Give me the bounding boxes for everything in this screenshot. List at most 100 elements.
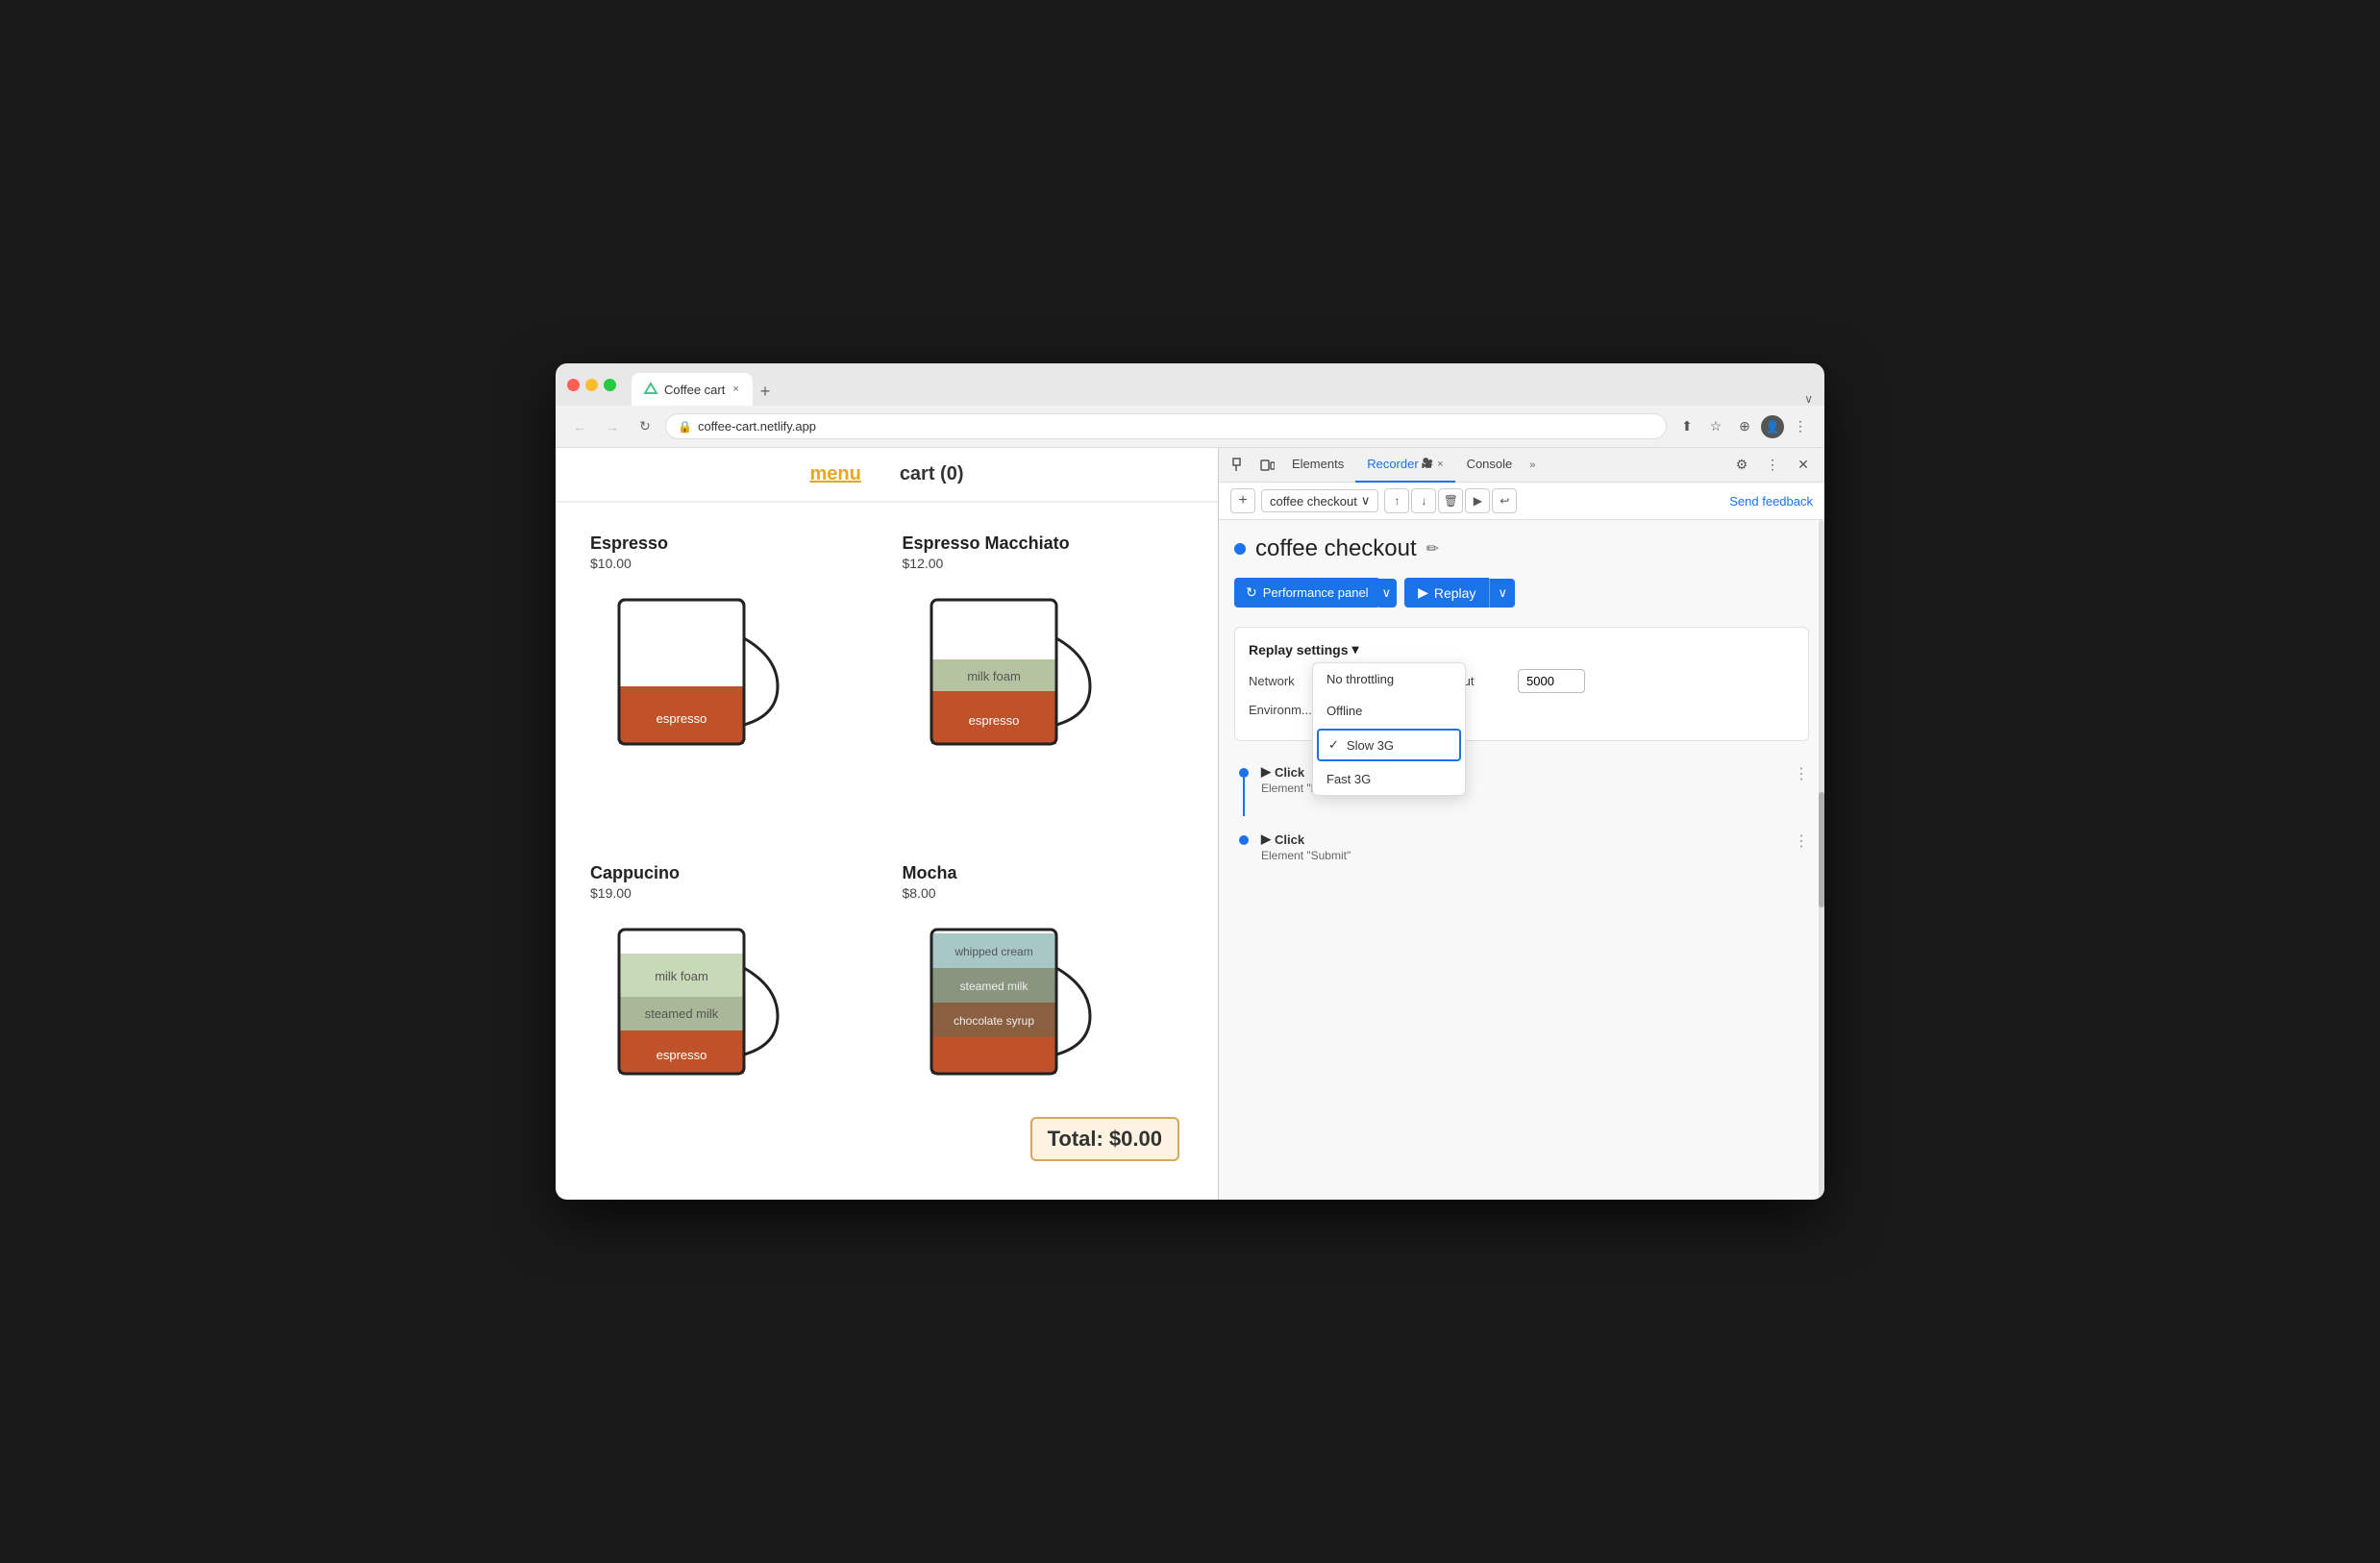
devtools-scrollbar[interactable] [1819,520,1824,1200]
recording-title-row: coffee checkout ✏ [1234,535,1809,562]
tabs-bar: Coffee cart × + ∨ [632,363,1813,406]
replay-button[interactable]: ↩ [1492,488,1517,513]
step-line-1 [1243,778,1245,816]
tab-menu-button[interactable]: ∨ [1804,392,1813,406]
step-kebab-2[interactable]: ⋮ [1794,831,1809,851]
timeout-input[interactable] [1518,669,1585,693]
traffic-lights [567,379,616,391]
step-arrow-icon-1: ▶ [1261,764,1271,780]
recorder-toolbar: + coffee checkout ∨ ↑ ↓ 🗑 ▶ ↩ Send feedb… [1219,483,1824,520]
step-kebab-1[interactable]: ⋮ [1794,764,1809,783]
url-bar[interactable]: 🔒 coffee-cart.netlify.app [665,413,1667,439]
step-arrow-icon-2: ▶ [1261,831,1271,847]
nav-icons-right: ⬆ ☆ ⊕ 👤 ⋮ [1674,414,1813,439]
download-button[interactable]: ↓ [1411,488,1436,513]
espresso-item[interactable]: Espresso $10.00 espresso espresso [575,522,887,852]
recorder-content-wrapper: coffee checkout ✏ ↻ Performance panel ∨ [1219,520,1824,1200]
checkmark-icon: ✓ [1328,737,1339,753]
tab-title: Coffee cart [664,383,725,397]
espresso-macchiato-item[interactable]: Espresso Macchiato $12.00 espresso milk … [887,522,1200,852]
svg-text:milk foam: milk foam [655,969,708,983]
replay-dropdown-button[interactable]: ∨ [1489,579,1515,608]
address-bar: ← → ↻ 🔒 coffee-cart.netlify.app ⬆ ☆ ⊕ 👤 … [556,406,1824,448]
devtools-tabs: Elements Recorder 🎥 × Console » ⚙ ⋮ ✕ [1219,448,1824,483]
mocha-cup: chocolate syrup steamed milk whipped cre… [903,910,1095,1103]
step-detail-2: Element "Submit" [1261,849,1786,862]
minimize-traffic-light[interactable] [585,379,598,391]
recording-status-dot [1234,543,1246,555]
elements-tab[interactable]: Elements [1280,448,1355,483]
action-buttons-row: ↻ Performance panel ∨ ▶ Replay ∨ [1234,578,1809,608]
extensions-icon[interactable]: ⊕ [1732,414,1757,439]
new-tab-button[interactable]: + [753,378,779,406]
play-button[interactable]: ▶ [1465,488,1490,513]
send-feedback-link[interactable]: Send feedback [1729,494,1813,509]
cappucino-name: Cappucino [590,863,872,883]
svg-text:steamed milk: steamed milk [645,1006,719,1021]
recorder-tab-close[interactable]: × [1437,459,1443,470]
espresso-name: Espresso [590,533,872,554]
svg-text:milk foam: milk foam [967,669,1021,683]
lock-icon: 🔒 [678,420,692,434]
console-tab[interactable]: Console [1455,448,1525,483]
tab-close-button[interactable]: × [731,382,740,397]
espresso-cup: espresso espresso [590,581,782,773]
recorder-badge-icon: 🎥 [1422,459,1433,469]
step-click-submit: ▶ Click Element "Submit" ⋮ [1234,824,1809,870]
url-text: coffee-cart.netlify.app [698,419,816,434]
svg-text:espresso: espresso [657,1048,707,1062]
close-traffic-light[interactable] [567,379,580,391]
devtools-kebab-icon[interactable]: ⋮ [1759,452,1786,479]
total-badge: Total: $0.00 [1030,1117,1179,1161]
mocha-item[interactable]: Mocha $8.00 chocolate syrup steamed milk [887,852,1200,1181]
recording-edit-icon[interactable]: ✏ [1426,539,1439,558]
replay-settings-title: Replay settings ▾ [1249,641,1795,657]
settings-arrow-icon: ▾ [1351,641,1358,657]
replay-play-icon: ▶ [1418,584,1428,601]
espresso-macchiato-cup: espresso milk foam [903,581,1095,773]
bookmark-icon[interactable]: ☆ [1703,414,1728,439]
network-dropdown: No throttling Offline ✓ Slow 3G Fast 3G [1312,662,1466,796]
back-button[interactable]: ← [567,414,592,439]
active-tab[interactable]: Coffee cart × [632,373,753,406]
step-connector-2 [1234,831,1253,845]
upload-button[interactable]: ↑ [1384,488,1409,513]
replay-button-main[interactable]: ▶ Replay [1404,578,1489,608]
delete-button[interactable]: 🗑 [1438,488,1463,513]
inspect-element-icon[interactable] [1227,452,1253,479]
profile-icon[interactable]: 👤 [1761,415,1784,438]
tab-favicon-icon [643,382,658,397]
forward-button[interactable]: → [600,414,625,439]
more-tabs-button[interactable]: » [1524,459,1541,471]
recorder-tab[interactable]: Recorder 🎥 × [1355,448,1454,483]
cappucino-price: $19.00 [590,885,872,901]
performance-panel-dropdown[interactable]: ∨ [1376,579,1398,608]
menu-nav-item[interactable]: menu [809,463,860,485]
cart-nav-item[interactable]: cart (0) [900,463,964,485]
browser-window: Coffee cart × + ∨ ← → ↻ 🔒 coffee-cart.ne… [556,363,1824,1200]
dropdown-no-throttling[interactable]: No throttling [1313,663,1465,695]
fullscreen-traffic-light[interactable] [604,379,616,391]
devtools-settings-icon[interactable]: ⚙ [1728,452,1755,479]
dropdown-fast-3g[interactable]: Fast 3G [1313,763,1465,795]
chrome-menu-icon[interactable]: ⋮ [1788,414,1813,439]
performance-panel-button[interactable]: ↻ Performance panel [1234,578,1380,608]
coffee-page: menu cart (0) Espresso $10.00 espress [556,448,1219,1200]
cappucino-item[interactable]: Cappucino $19.00 espresso steamed milk [575,852,887,1181]
device-toolbar-icon[interactable] [1253,452,1280,479]
step-dot-1 [1239,768,1249,778]
svg-text:steamed milk: steamed milk [959,980,1029,993]
share-icon[interactable]: ⬆ [1674,414,1699,439]
add-recording-button[interactable]: + [1230,488,1255,513]
perf-icon: ↻ [1246,584,1257,601]
devtools-scroll-thumb[interactable] [1819,792,1824,907]
dropdown-slow-3g[interactable]: ✓ Slow 3G [1317,729,1461,761]
devtools-panel: Elements Recorder 🎥 × Console » ⚙ ⋮ ✕ [1219,448,1824,1200]
svg-text:espresso: espresso [968,713,1019,728]
reload-button[interactable]: ↻ [632,414,657,439]
svg-text:espresso: espresso [657,711,707,726]
replay-settings-section: Replay settings ▾ Network Slow 3G ▲ Time… [1234,627,1809,741]
devtools-close-icon[interactable]: ✕ [1790,452,1817,479]
recording-select[interactable]: coffee checkout ∨ [1261,489,1378,512]
dropdown-offline[interactable]: Offline [1313,695,1465,727]
